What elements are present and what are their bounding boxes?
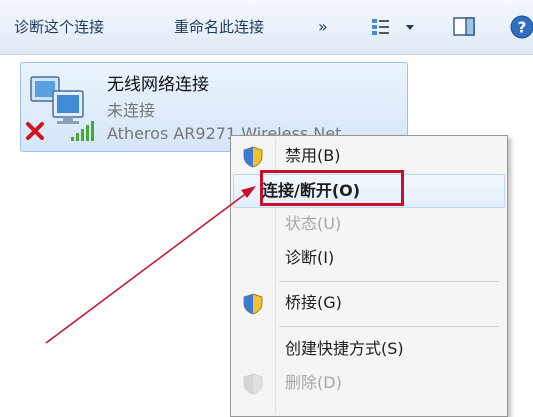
diagnose-connection-button[interactable]: 诊断这个连接	[14, 15, 104, 39]
menu-item-bridge[interactable]: 桥接(G)	[233, 287, 503, 319]
shield-icon	[241, 372, 265, 396]
menu-item-create-shortcut[interactable]: 创建快捷方式(S)	[233, 333, 503, 365]
menu-separator	[279, 326, 499, 327]
more-commands-button[interactable]: »	[318, 15, 328, 39]
menu-item-status[interactable]: 状态(U)	[233, 208, 503, 240]
preview-pane-button[interactable]	[452, 16, 478, 38]
help-icon: ?	[509, 14, 533, 40]
menu-item-label: 诊断(I)	[285, 242, 334, 274]
menu-separator	[279, 281, 499, 282]
svg-text:?: ?	[518, 19, 527, 37]
chevron-down-icon	[406, 25, 414, 30]
connection-status: 未连接	[107, 97, 155, 121]
annotation-highlight-box	[260, 170, 404, 206]
rename-connection-button[interactable]: 重命名此连接	[174, 15, 264, 39]
menu-item-disable[interactable]: 禁用(B)	[233, 140, 503, 172]
menu-item-delete[interactable]: 删除(D)	[233, 367, 503, 399]
menu-item-label: 禁用(B)	[285, 140, 340, 172]
preview-pane-icon	[452, 16, 478, 38]
menu-item-label: 创建快捷方式(S)	[285, 333, 404, 365]
connection-name: 无线网络连接	[107, 70, 209, 95]
menu-item-diagnose[interactable]: 诊断(I)	[233, 242, 503, 274]
command-toolbar: 诊断这个连接 重命名此连接 » ?	[0, 0, 533, 55]
shield-icon	[241, 145, 265, 169]
menu-item-label: 删除(D)	[285, 367, 342, 399]
disconnected-x-icon	[25, 121, 45, 141]
menu-item-label: 桥接(G)	[285, 287, 342, 319]
menu-item-label: 状态(U)	[285, 208, 341, 240]
help-button[interactable]: ?	[509, 14, 533, 40]
view-list-icon	[370, 16, 420, 38]
change-view-button[interactable]	[370, 16, 420, 38]
shield-icon	[241, 292, 265, 316]
